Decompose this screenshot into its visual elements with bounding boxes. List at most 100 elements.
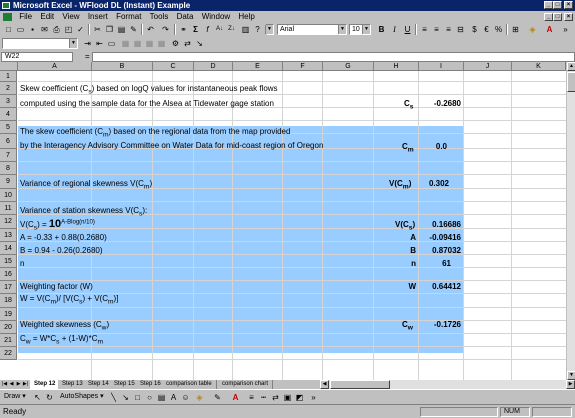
currency-icon[interactable]: $ [469,24,480,35]
cell-a12[interactable]: V(Cs) = 10A-Blog(n/10) [20,218,95,232]
col-header-f[interactable]: F [283,62,323,71]
audit-icon[interactable]: ⇄ [182,38,193,49]
row-header-13[interactable]: 13 [0,229,17,242]
close-button[interactable]: × [564,1,573,9]
row-header-15[interactable]: 15 [0,255,17,268]
protect-icon[interactable]: ▦ [120,38,131,49]
line-color-icon[interactable]: ✎ [212,392,223,403]
col-header-j[interactable]: J [464,62,512,71]
shadow-icon[interactable]: ▣ [282,392,293,403]
fill-color-icon[interactable]: ◈ [527,24,538,35]
row-header-22[interactable]: 22 [0,347,17,360]
menu-view[interactable]: View [59,11,82,23]
cell-a17[interactable]: Weighting factor (W) [20,282,93,291]
row-header-5[interactable]: 5 [0,121,17,134]
cell-a11[interactable]: Variance of station skewness V(Cs): [20,206,147,218]
clipart-icon[interactable]: ☺ [180,392,191,403]
wordart-icon[interactable]: A [168,392,179,403]
menu-window[interactable]: Window [199,11,233,23]
row-header-21[interactable]: 21 [0,334,17,347]
cell-a18[interactable]: W = V(Cm)/ [V(Cs) + V(Cm)] [20,294,118,306]
col-header-e[interactable]: E [233,62,283,71]
textbox-icon[interactable]: ▤ [156,392,167,403]
worksheet-grid[interactable]: A B C D E F G H I J K 1 2 3 4 5 6 7 8 9 10 11 12 13 1… [0,62,566,380]
cell-i6[interactable]: 0.0 [419,142,447,151]
col-header-i[interactable]: I [419,62,464,71]
format-painter-icon[interactable]: ✎ [128,24,139,35]
row-header-9[interactable]: 9 [0,175,17,189]
cell-i14[interactable]: 0.87032 [419,246,461,255]
chart-wizard-icon[interactable]: ▥ [240,24,251,35]
cell-a9[interactable]: Variance of regional skewness V(Cm) [20,179,152,191]
save-icon[interactable]: ▪ [27,24,38,35]
row-header-10[interactable]: 10 [0,189,17,202]
row-header-11[interactable]: 11 [0,202,17,215]
horizontal-scrollbar[interactable]: ◀ ▶ [320,380,575,389]
cell-i20[interactable]: -0.1726 [419,320,461,329]
align-center-icon[interactable]: ≡ [431,24,442,35]
font-color-icon[interactable]: A [544,24,555,35]
text-direction-icon[interactable]: ↘ [194,38,205,49]
menu-edit[interactable]: Edit [37,11,57,23]
draw-font-color-icon[interactable]: A [230,392,241,403]
cell-a5[interactable]: The skew coefficient (Cm) based on the r… [20,127,290,139]
sort-descending-icon[interactable]: Z↓ [226,24,237,35]
menu-data[interactable]: Data [174,11,197,23]
free-rotate-icon[interactable]: ↻ [44,392,55,403]
function-icon[interactable]: f [202,24,213,35]
tab-step-12[interactable]: Step 12 [30,380,61,389]
cell-a6[interactable]: by the Interagency Advisory Committee on… [20,141,323,150]
new-icon[interactable]: □ [3,24,14,35]
review-icon[interactable]: ▦ [156,38,167,49]
menu-file[interactable]: File [16,11,35,23]
next-sheet-icon[interactable]: ▶ [15,380,22,389]
row-header-16[interactable]: 16 [0,268,17,281]
col-header-g[interactable]: G [323,62,374,71]
drawing-options-icon[interactable]: » [308,392,319,403]
cell-a14[interactable]: B = 0.94 - 0.26(0.2680) [20,246,103,255]
redo-icon[interactable]: ↷ [160,24,171,35]
minimize-button[interactable]: _ [544,1,553,9]
doc-close-button[interactable]: × [564,13,573,21]
percent-icon[interactable]: % [493,24,504,35]
menu-format[interactable]: Format [113,11,144,23]
col-header-h[interactable]: H [374,62,419,71]
cut-icon[interactable]: ✂ [92,24,103,35]
cell-h6[interactable]: Cm [402,142,414,154]
cell-a2[interactable]: Skew coefficient (Cs) based on logQ valu… [20,84,278,96]
comment-icon[interactable]: ▭ [106,38,117,49]
select-objects-icon[interactable]: ↖ [32,392,43,403]
copy-icon[interactable]: ❐ [104,24,115,35]
prev-sheet-icon[interactable]: ◀ [8,380,15,389]
row-header-18[interactable]: 18 [0,294,17,308]
cell-a13[interactable]: A = -0.33 + 0.88(0.2680) [20,233,107,242]
row-header-8[interactable]: 8 [0,162,17,175]
tab-comparison-table[interactable]: comparison table [162,380,217,389]
row-header-20[interactable]: 20 [0,321,17,334]
scroll-left-icon[interactable]: ◀ [320,380,329,389]
vertical-scrollbar[interactable]: ▲ ▼ [566,62,575,380]
scroll-up-icon[interactable]: ▲ [567,62,575,71]
help-icon[interactable]: ? [252,24,263,35]
excel-app-icon[interactable] [2,2,10,9]
cell-a3[interactable]: computed using the sample data for the A… [20,99,274,108]
scroll-down-icon[interactable]: ▼ [567,371,575,380]
row-header-2[interactable]: 2 [0,82,17,95]
line-style-icon[interactable]: ≡ [246,392,257,403]
align-left-icon[interactable]: ≡ [419,24,430,35]
arrow-style-icon[interactable]: ⇄ [270,392,281,403]
cell-a21[interactable]: Cw = W*Cs + (1-W)*Cm [20,334,103,346]
cell-h15[interactable]: n [374,259,416,268]
row-header-17[interactable]: 17 [0,281,17,294]
cell-h20[interactable]: Cw [402,320,413,332]
menu-insert[interactable]: Insert [85,11,111,23]
formula-input[interactable] [92,52,575,62]
select-all-corner[interactable] [0,62,18,71]
3d-icon[interactable]: ◩ [294,392,305,403]
hyperlink-icon[interactable]: ⚭ [178,24,189,35]
line-icon[interactable]: ╲ [108,392,119,403]
font-size-select[interactable]: 10 ▼ [349,24,371,35]
menu-tools[interactable]: Tools [147,11,172,23]
undo-icon[interactable]: ↶ [145,24,156,35]
cell-i3[interactable]: -0.2680 [419,99,461,108]
